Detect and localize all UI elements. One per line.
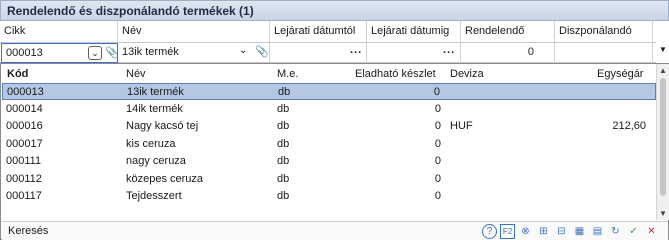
lookup-header: Kód Név M.e. Eladható készlet Deviza Egy… [2, 65, 656, 83]
table-row[interactable]: 000013 13ik termék db 0 [2, 83, 656, 100]
row-unit: db [278, 86, 291, 98]
row-code: 000117 [6, 190, 42, 202]
chevron-down-icon[interactable]: ⌄ [239, 45, 247, 56]
row-name: közepes ceruza [126, 172, 204, 185]
name-value: 13ik termék [122, 46, 179, 58]
row-stock: 0 [434, 155, 441, 167]
row-name: 13ik termék [127, 86, 184, 98]
row-name: Tejdesszert [126, 190, 182, 202]
col-header-rendelendo[interactable]: Rendelendő [461, 21, 555, 43]
col-header-date-to[interactable]: Lejárati dátumig [367, 21, 461, 43]
row-code: 000017 [6, 137, 43, 150]
paperclip-icon[interactable]: 📎 [105, 46, 117, 59]
row-stock: 0 [434, 137, 441, 150]
code-field[interactable]: 000013 ⌄ 📎 [1, 43, 118, 63]
lookup-col-me[interactable]: M.e. [277, 68, 298, 80]
scroll-up-icon[interactable]: ▲ [659, 66, 667, 75]
row-unit: db [277, 190, 290, 202]
scroll-thumb[interactable] [660, 78, 666, 196]
lookup-scrollbar[interactable]: ▲ ▼ [656, 64, 669, 220]
table-row[interactable]: 000117 Tejdesszert db 0 [2, 188, 656, 205]
table-row[interactable]: 000016 Nagy kacsó tej db 0 HUF 212,60 [2, 118, 656, 135]
table-row[interactable]: 000017 kis ceruza db 0 [2, 136, 656, 153]
col-header-diszponalando[interactable]: Diszponálandó [555, 21, 653, 43]
scroll-down-icon[interactable]: ▼ [659, 209, 667, 218]
row-code: 000111 [6, 155, 42, 167]
table-row[interactable]: 000112 közepes ceruza db 0 [2, 171, 656, 188]
row-stock: 0 [434, 102, 441, 115]
right-scroll-strip[interactable]: ▼ [656, 21, 669, 63]
edit-filter-icon[interactable]: ⊟ [554, 224, 569, 239]
row-name: 14ik termék [126, 102, 183, 115]
rendelendo-value: 0 [527, 46, 534, 58]
table-row[interactable]: 000111 nagy ceruza db 0 [2, 153, 656, 170]
grid-edit-row: 000013 ⌄ 📎 13ik termék ⌄ 📎 ... ... 0 db [0, 43, 669, 63]
row-unit: db [277, 137, 290, 150]
row-name: kis ceruza [126, 137, 176, 150]
search-label[interactable]: Keresés [8, 225, 48, 237]
row-code: 000016 [6, 120, 43, 132]
row-code: 000013 [7, 86, 44, 98]
date-to-field[interactable]: ... [367, 43, 461, 63]
name-field[interactable]: 13ik termék ⌄ 📎 [118, 43, 270, 63]
date-from-picker-button[interactable]: ... [350, 44, 362, 56]
grid-header: Cikk Név Lejárati dátumtól Lejárati dátu… [0, 21, 669, 43]
lookup-col-egysegar[interactable]: Egységár [597, 68, 643, 80]
row-name: Nagy kacsó tej [126, 120, 199, 132]
window-title: Rendelendő és diszponálandó termékek (1) [0, 0, 669, 21]
lookup-col-stock[interactable]: Eladható készlet [355, 68, 436, 80]
row-unit: db [277, 120, 290, 132]
rendelendo-field[interactable]: 0 [461, 43, 555, 63]
lookup-footer: Keresés ? F2 ⊗ ⊞ ⊟ ▦ ▤ ↻ ✓ ✕ [2, 221, 668, 240]
ok-icon[interactable]: ✓ [626, 224, 641, 239]
row-code: 000112 [6, 172, 42, 185]
lookup-col-kod[interactable]: Kód [7, 68, 28, 80]
row-currency: HUF [450, 120, 473, 132]
lookup-popup: Kód Név M.e. Eladható készlet Deviza Egy… [0, 63, 669, 240]
row-name: nagy ceruza [126, 155, 186, 167]
scroll-down-icon[interactable]: ▼ [659, 45, 667, 54]
table-row[interactable]: 000014 14ik termék db 0 [2, 101, 656, 118]
code-value: 000013 [6, 47, 43, 59]
lookup-col-deviza[interactable]: Deviza [450, 68, 484, 80]
row-unit: db [277, 172, 290, 185]
delete-filter-icon[interactable]: ⊗ [518, 224, 533, 239]
paperclip-icon[interactable]: 📎 [255, 45, 269, 58]
col-header-date-from[interactable]: Lejárati dátumtól [270, 21, 367, 43]
row-unit: db [277, 155, 290, 167]
row-stock: 0 [434, 172, 441, 185]
row-stock: 0 [433, 86, 440, 98]
cancel-icon[interactable]: ✕ [644, 224, 659, 239]
date-to-picker-button[interactable]: ... [443, 44, 455, 56]
filter-icon[interactable]: ⊞ [536, 224, 551, 239]
date-from-field[interactable]: ... [270, 43, 367, 63]
refresh-icon[interactable]: ↻ [608, 224, 623, 239]
row-stock: 0 [434, 120, 441, 132]
row-code: 000014 [6, 102, 43, 115]
help-icon[interactable]: ? [482, 224, 497, 239]
diszponalando-field[interactable] [555, 43, 653, 63]
row-unit: db [277, 102, 290, 115]
row-price: 212,60 [612, 120, 646, 132]
lookup-col-nev[interactable]: Név [126, 68, 146, 80]
f2-icon[interactable]: F2 [500, 224, 515, 239]
col-header-cikk[interactable]: Cikk [0, 21, 118, 43]
table-settings-icon[interactable]: ▤ [590, 224, 605, 239]
chevron-down-icon[interactable]: ⌄ [88, 46, 102, 60]
row-stock: 0 [434, 190, 441, 202]
table-icon[interactable]: ▦ [572, 224, 587, 239]
col-header-nev[interactable]: Név [118, 21, 270, 43]
